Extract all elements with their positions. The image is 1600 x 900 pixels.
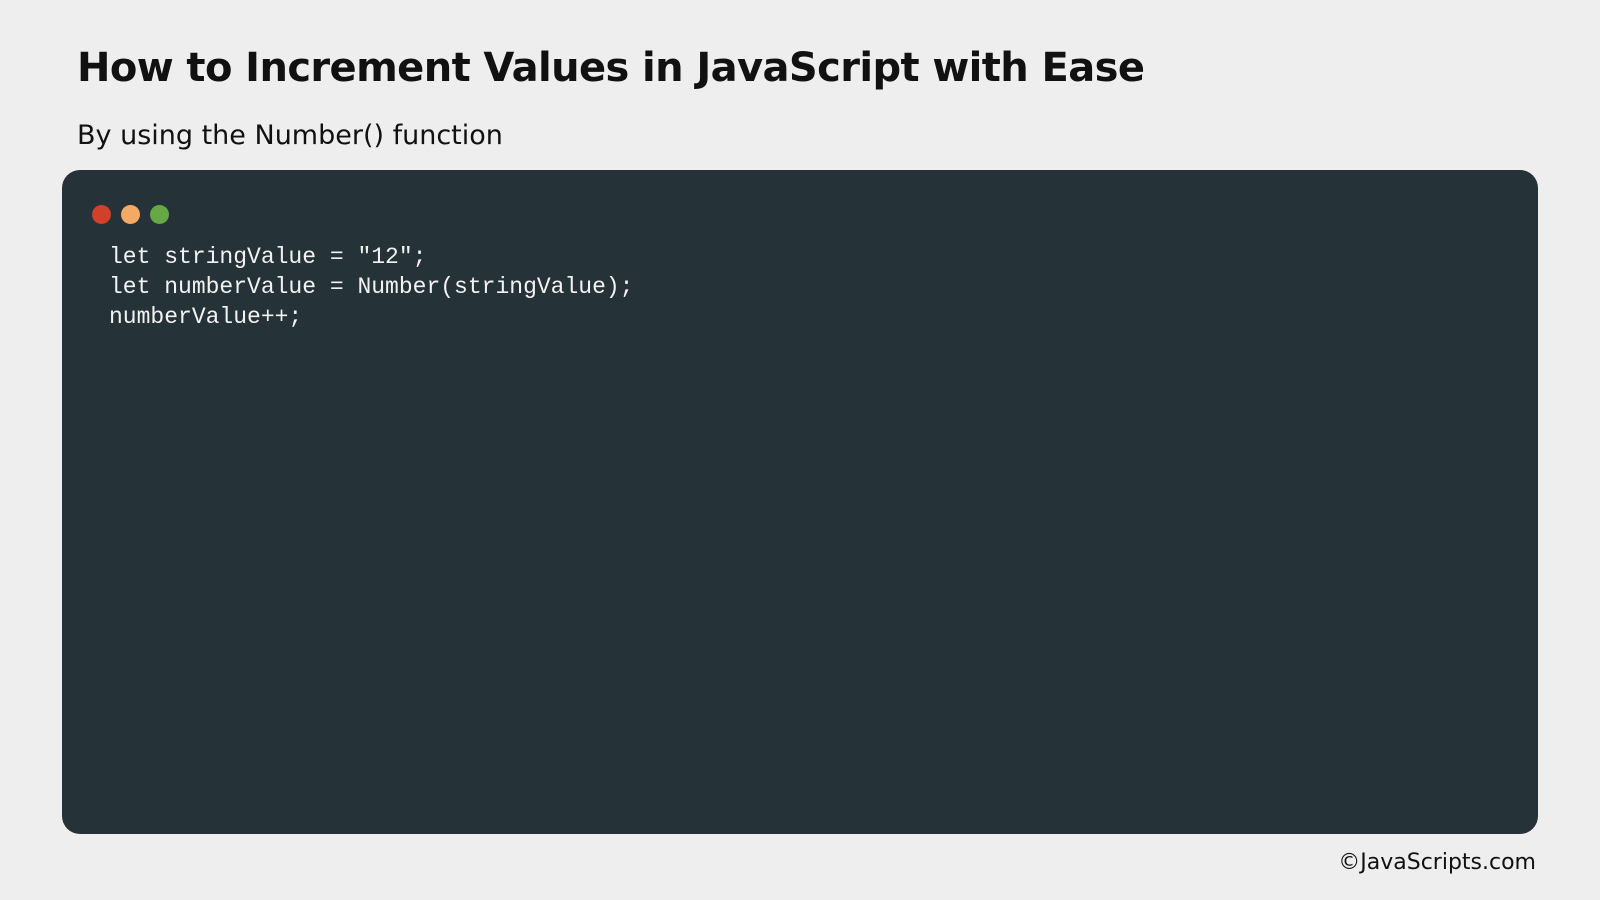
page-subtitle: By using the Number() function — [77, 120, 503, 151]
code-window: let stringValue = "12"; let numberValue =… — [62, 170, 1538, 834]
code-block: let stringValue = "12"; let numberValue =… — [109, 242, 634, 332]
footer-credit: ©JavaScripts.com — [1338, 850, 1536, 875]
maximize-dot-icon — [150, 205, 169, 224]
minimize-dot-icon — [121, 205, 140, 224]
code-line: let stringValue = "12"; — [109, 244, 427, 270]
window-controls — [92, 205, 169, 225]
page-title: How to Increment Values in JavaScript wi… — [77, 45, 1145, 91]
code-line: numberValue++; — [109, 304, 303, 330]
close-dot-icon — [92, 205, 111, 224]
code-line: let numberValue = Number(stringValue); — [109, 274, 634, 300]
